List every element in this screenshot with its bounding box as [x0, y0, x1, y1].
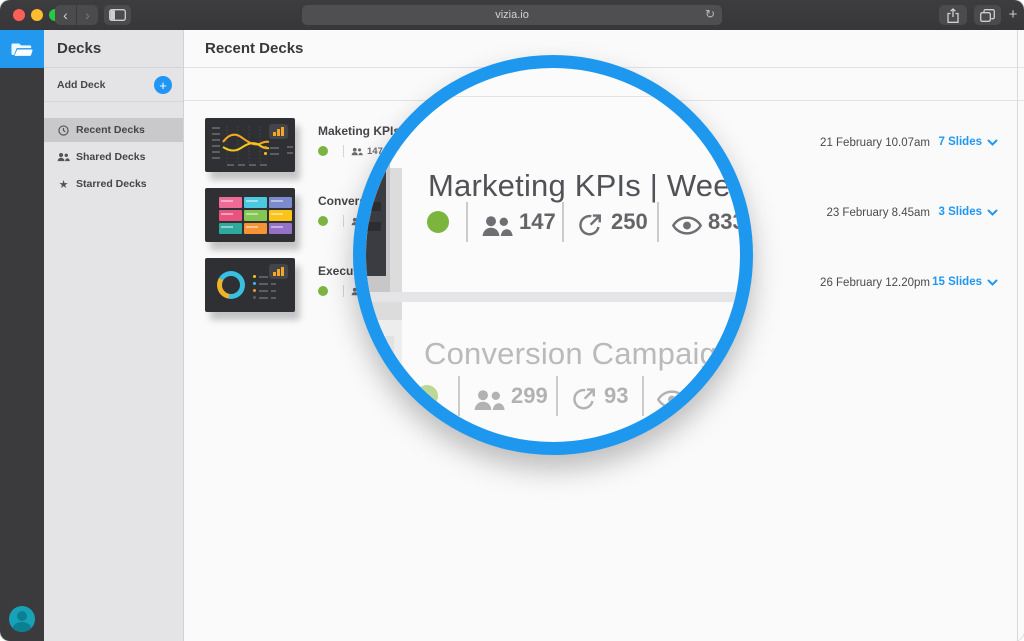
sidebar-item-shared-decks[interactable]: Shared Decks: [44, 145, 183, 169]
avatar-head-icon: [17, 611, 27, 621]
people-icon: [473, 388, 505, 412]
people-icon: [57, 152, 70, 162]
people-icon: [351, 147, 363, 156]
magnified-deck-title: Conversion Campaign ★: [424, 336, 753, 372]
slides-dropdown[interactable]: 15 Slides: [932, 276, 998, 288]
slides-dropdown[interactable]: 3 Slides: [939, 206, 998, 218]
new-tab-button[interactable]: +: [1004, 4, 1022, 24]
shares-count: 250: [611, 209, 648, 235]
user-avatar[interactable]: [9, 606, 35, 632]
app-rail: [0, 30, 44, 641]
sidebar-item-starred-decks[interactable]: ★ Starred Decks: [44, 172, 183, 196]
plus-icon: +: [159, 79, 167, 92]
avatar-body-icon: [13, 622, 31, 632]
status-dot: [427, 211, 449, 233]
browser-window: ‹ › vizia.io ↻ + Decks Add Deck +: [0, 0, 1024, 641]
donut-chart-graphic: [217, 271, 245, 299]
deck-thumbnail-donut-chart[interactable]: [205, 258, 295, 312]
eye-icon: [657, 390, 687, 409]
tab-overview-button[interactable]: [974, 5, 1001, 25]
share-link-icon: [571, 386, 597, 412]
plus-icon: +: [1009, 6, 1018, 23]
slides-dropdown[interactable]: 7 Slides: [939, 136, 998, 148]
share-button[interactable]: [939, 5, 967, 25]
scrollbar-track[interactable]: [1017, 30, 1018, 641]
status-dot: [318, 146, 328, 156]
sidebar-item-label: Starred Decks: [76, 178, 147, 190]
deck-date: 21 February 10.07am: [820, 137, 930, 149]
chevron-down-icon: [987, 209, 998, 216]
magnified-separator: [366, 292, 740, 302]
browser-titlebar: ‹ › vizia.io ↻ +: [0, 0, 1024, 30]
sidebar-nav: Recent Decks Shared Decks ★ Starred Deck…: [44, 118, 183, 199]
reload-icon[interactable]: ↻: [705, 7, 715, 21]
back-icon: ‹: [63, 7, 68, 23]
views-count: 637: [693, 383, 730, 409]
magnified-deck-title: Marketing KPIs | Weekly Rep: [428, 168, 753, 204]
slides-count-label: 15 Slides: [932, 276, 982, 288]
people-icon: [481, 214, 513, 238]
url-text: vizia.io: [495, 9, 529, 21]
deck-date: 26 February 12.20pm: [820, 277, 930, 289]
shares-count: 93: [604, 383, 628, 409]
magnifier-lens: Marketing KPIs | Weekly Rep 147 250 833 …: [353, 55, 753, 455]
sidebar-item-recent-decks[interactable]: Recent Decks: [44, 118, 183, 142]
sidebar-item-label: Shared Decks: [76, 151, 145, 163]
sidebar-item-label: Recent Decks: [76, 124, 145, 136]
star-icon: ★: [57, 178, 70, 191]
address-bar[interactable]: vizia.io ↻: [302, 5, 722, 25]
eye-icon: [672, 216, 702, 235]
clock-icon: [57, 125, 70, 136]
bar-chart-icon: [269, 124, 288, 139]
deck-thumbnail-line-chart[interactable]: [205, 118, 295, 172]
decks-sidebar: Decks Add Deck + Recent Decks Shared Dec…: [44, 30, 184, 641]
tabs-icon: [980, 9, 995, 22]
add-deck-row[interactable]: Add Deck +: [44, 69, 183, 102]
people-count: 299: [511, 383, 548, 409]
forward-icon: ›: [85, 7, 90, 23]
deck-thumbnail-color-tiles[interactable]: [205, 188, 295, 242]
magnified-deck-title-text: Conversion Campaign: [424, 336, 735, 372]
share-link-icon: [577, 212, 603, 238]
forward-button[interactable]: ›: [77, 5, 98, 25]
status-dot: [416, 385, 438, 407]
back-button[interactable]: ‹: [55, 5, 76, 25]
slides-count-label: 3 Slides: [939, 206, 982, 218]
folder-icon: [11, 41, 33, 58]
sidebar-panel-icon: [109, 9, 126, 21]
tiles-graphic: [219, 197, 292, 234]
deck-date: 23 February 8.45am: [826, 207, 930, 219]
add-deck-label: Add Deck: [57, 79, 154, 91]
chevron-down-icon: [987, 139, 998, 146]
share-icon: [947, 8, 959, 23]
status-dot: [318, 286, 328, 296]
sidebar-toggle-button[interactable]: [104, 5, 131, 25]
deck-title: Maketing KPIs: [318, 124, 400, 138]
decks-rail-tab[interactable]: [0, 30, 44, 68]
sidebar-title: Decks: [44, 30, 183, 68]
deck-title: Execut: [318, 264, 357, 278]
chevron-down-icon: [987, 279, 998, 286]
people-count: 147: [519, 209, 556, 235]
bar-chart-icon: [269, 264, 288, 279]
status-dot: [318, 216, 328, 226]
slides-count-label: 7 Slides: [939, 136, 982, 148]
views-count: 833: [708, 209, 745, 235]
add-deck-button[interactable]: +: [154, 76, 172, 94]
close-window-button[interactable]: [13, 9, 25, 21]
minimize-window-button[interactable]: [31, 9, 43, 21]
